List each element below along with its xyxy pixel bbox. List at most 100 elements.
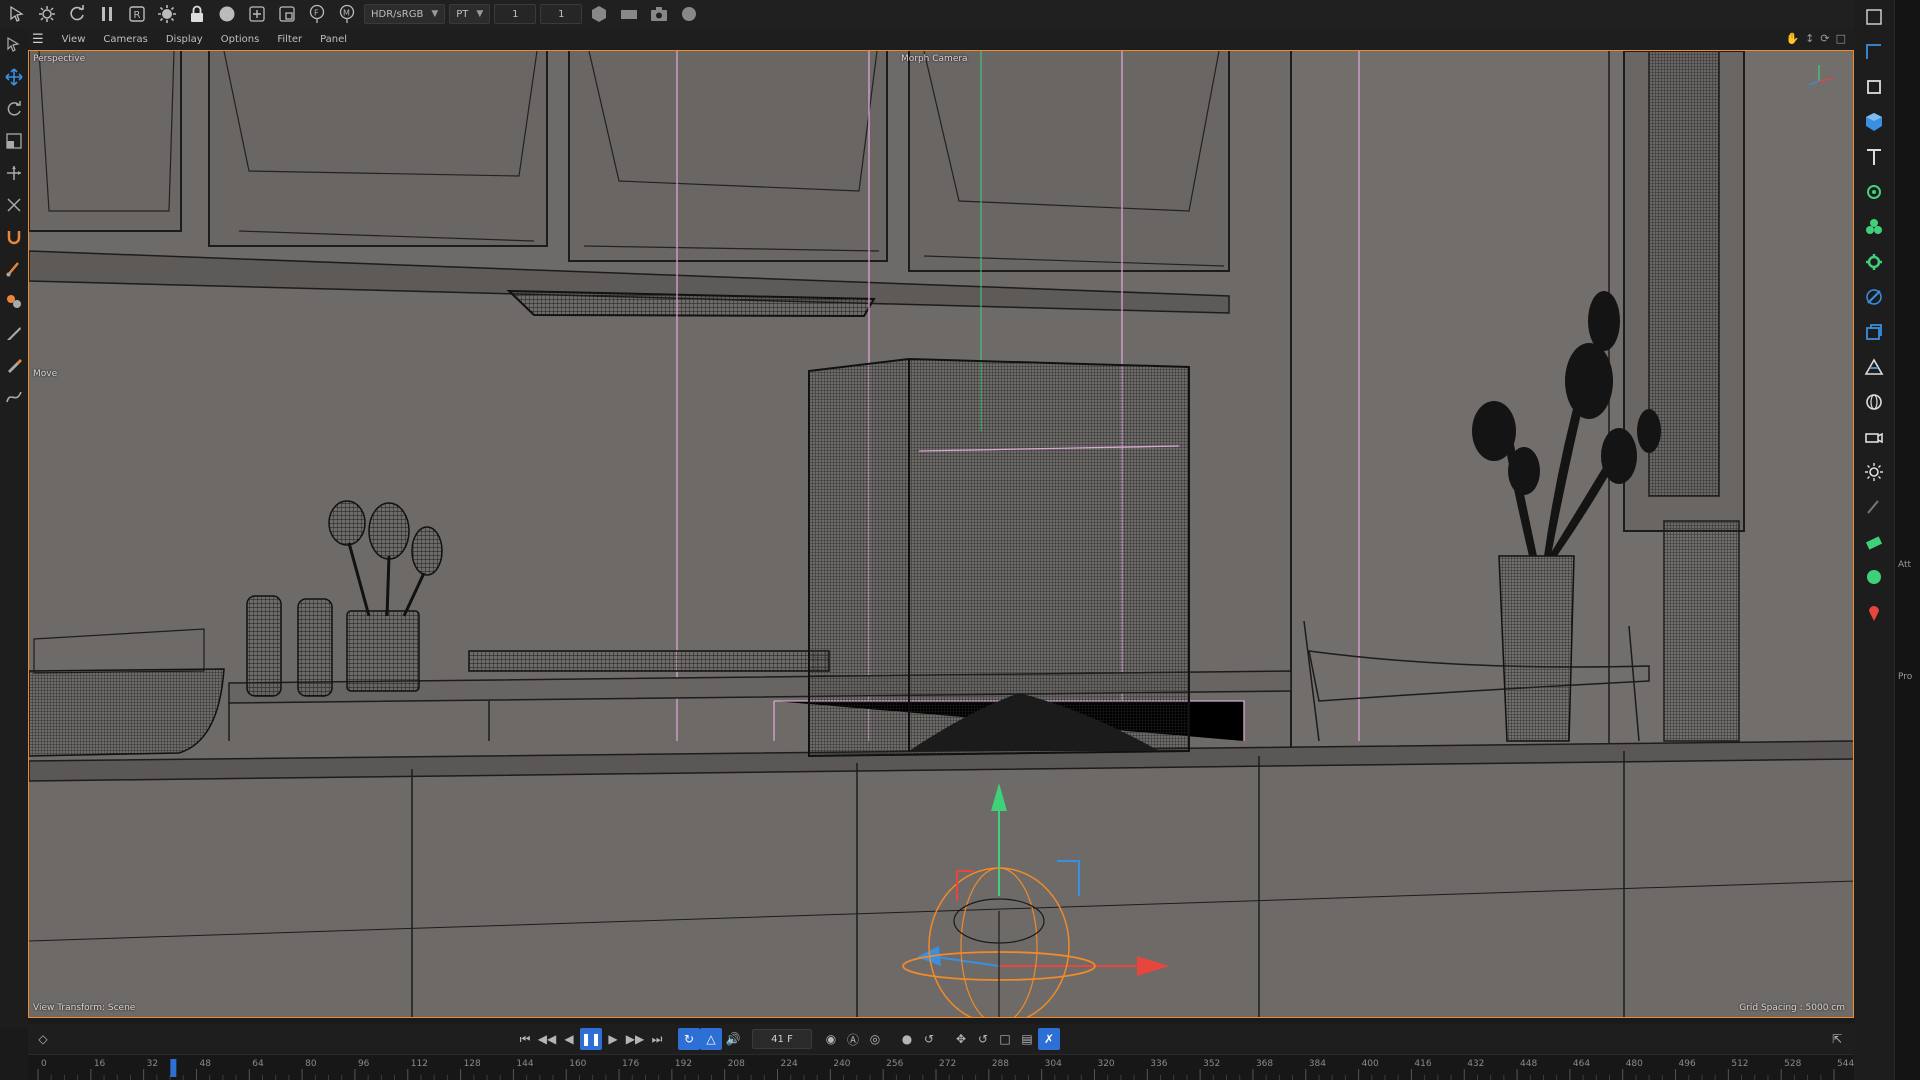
sound-icon[interactable]: 🔊 (722, 1028, 744, 1050)
material-ball-icon[interactable] (676, 2, 702, 26)
chevron-down-icon: ▼ (476, 9, 484, 19)
pan-icon[interactable]: ✋ (1785, 32, 1799, 45)
interpolation-icon[interactable]: ✗ (1038, 1028, 1060, 1050)
selection-arrow-icon[interactable] (4, 2, 30, 26)
camera-object-icon[interactable] (1859, 424, 1889, 450)
select-tool-icon[interactable] (2, 32, 26, 58)
keyframe-diamond-icon[interactable]: ◇ (32, 1028, 54, 1050)
magnet-tool-icon[interactable] (2, 224, 26, 250)
menu-display[interactable]: Display (166, 34, 203, 45)
previous-frame-icon[interactable]: ◀ (558, 1028, 580, 1050)
ruler-tick-label: 0 (41, 1059, 47, 1069)
go-to-end-icon[interactable]: ⏭ (646, 1028, 668, 1050)
viewport-hamburger-icon[interactable]: ☰ (32, 32, 44, 47)
render-mode-select[interactable]: PT ▼ (449, 4, 491, 24)
workspace-icon[interactable] (1859, 4, 1889, 30)
m-marker-icon[interactable]: M (334, 2, 360, 26)
pause-render-icon[interactable] (94, 2, 120, 26)
current-frame-field[interactable]: 41 F (752, 1029, 812, 1049)
playhead[interactable] (170, 1059, 177, 1077)
record-param-icon[interactable]: □ (994, 1028, 1016, 1050)
timeline-transport: ◇ ⏮ ◀◀ ◀ ❚❚ ▶ ▶▶ ⏭ ↻ △ 🔊 41 F ◉ Ⓐ ◎ ● ↺ … (28, 1024, 1854, 1054)
cube-icon[interactable] (1859, 109, 1889, 135)
pen-tool-icon[interactable] (2, 352, 26, 378)
crop-region-icon[interactable] (274, 2, 300, 26)
ruler-tick-label: 208 (728, 1059, 745, 1069)
light-icon[interactable] (1859, 459, 1889, 485)
f-marker-icon[interactable]: F (304, 2, 330, 26)
go-to-start-icon[interactable]: ⏮ (514, 1028, 536, 1050)
sim-icon[interactable] (1859, 354, 1889, 380)
deformer-gear-icon[interactable] (1859, 249, 1889, 275)
next-frame-icon[interactable]: ▶ (602, 1028, 624, 1050)
menu-filter[interactable]: Filter (277, 34, 302, 45)
menu-view[interactable]: View (62, 34, 86, 45)
record-move-icon[interactable]: ✥ (950, 1028, 972, 1050)
record-key-icon[interactable]: ◉ (820, 1028, 842, 1050)
hexagon-icon[interactable] (586, 2, 612, 26)
settings-sun-icon[interactable] (154, 2, 180, 26)
autokey-icon[interactable]: Ⓐ (842, 1028, 864, 1050)
brush-tool-icon[interactable] (2, 256, 26, 282)
record-rotation-icon[interactable]: ↺ (918, 1028, 940, 1050)
field-icon[interactable] (1859, 284, 1889, 310)
sculpt-icon[interactable] (1859, 494, 1889, 520)
add-region-icon[interactable] (244, 2, 270, 26)
record-pla-icon[interactable]: ▤ (1016, 1028, 1038, 1050)
3d-viewport[interactable]: Perspective Morph Camera Move View Trans… (28, 50, 1854, 1018)
scale-tool-icon[interactable] (2, 128, 26, 154)
previous-key-icon[interactable]: ◀◀ (536, 1028, 558, 1050)
tag-pin-icon[interactable] (1859, 599, 1889, 625)
keyframe-selection-icon[interactable]: ◎ (864, 1028, 886, 1050)
material-eraser-icon[interactable] (1859, 529, 1889, 555)
lock-icon[interactable] (184, 2, 210, 26)
scene-icon[interactable] (1859, 319, 1889, 345)
move-tool-icon[interactable] (2, 64, 26, 90)
record-scale-icon[interactable]: ↺ (972, 1028, 994, 1050)
timeline-graph-icon[interactable]: ⇱ (1826, 1028, 1848, 1050)
ruler-tick-label: 64 (252, 1059, 264, 1069)
spline-tool-icon[interactable] (2, 384, 26, 410)
film-strip-icon[interactable] (616, 2, 642, 26)
sample-field-a[interactable]: 1 (494, 4, 537, 24)
pause-icon[interactable]: ❚❚ (580, 1028, 602, 1050)
environment-globe-icon[interactable] (1859, 389, 1889, 415)
project-tab-label[interactable]: Pro (1898, 672, 1912, 682)
orbit-icon[interactable]: ⟳ (1820, 32, 1829, 45)
maximize-icon[interactable]: □ (1836, 32, 1846, 45)
sphere-icon[interactable] (214, 2, 240, 26)
ruler-tick-label: 480 (1626, 1059, 1643, 1069)
camera-icon[interactable] (646, 2, 672, 26)
ruler-tick-label: 176 (622, 1059, 639, 1069)
viewport-nav-icons: ✋ ↕ ⟳ □ (1785, 32, 1846, 45)
paint-tool-icon[interactable] (2, 288, 26, 314)
attributes-panel-edge[interactable]: Att Pro (1894, 0, 1920, 1080)
refresh-icon[interactable] (64, 2, 90, 26)
color-space-select[interactable]: HDR/sRGB ▼ (364, 4, 446, 24)
preview-range-icon[interactable]: △ (700, 1028, 722, 1050)
loop-icon[interactable]: ↻ (678, 1028, 700, 1050)
axis-move-icon[interactable] (2, 160, 26, 186)
record-position-icon[interactable]: ● (896, 1028, 918, 1050)
timeline-ruler[interactable]: 0 16 32 48 64 80 96 112 128 144 160 176 192 208 224 240… (28, 1054, 1854, 1080)
menu-options[interactable]: Options (221, 34, 260, 45)
next-key-icon[interactable]: ▶▶ (624, 1028, 646, 1050)
menu-panel[interactable]: Panel (320, 34, 347, 45)
text-icon[interactable] (1859, 144, 1889, 170)
region-render-icon[interactable]: R (124, 2, 150, 26)
sample-field-b[interactable]: 1 (540, 4, 583, 24)
right-tool-palette (1854, 0, 1894, 1080)
cloner-icon[interactable] (1859, 214, 1889, 240)
attributes-tab-label[interactable]: Att (1898, 560, 1911, 570)
knife-tool-icon[interactable] (2, 320, 26, 346)
menu-cameras[interactable]: Cameras (103, 34, 147, 45)
ruler-tick-label: 96 (358, 1059, 370, 1069)
spline-pen-icon[interactable] (1859, 39, 1889, 65)
rotate-tool-icon[interactable] (2, 96, 26, 122)
generator-icon[interactable] (1859, 179, 1889, 205)
material-sphere-icon[interactable] (1859, 564, 1889, 590)
axis-scale-icon[interactable] (2, 192, 26, 218)
frame-icon[interactable] (1859, 74, 1889, 100)
dolly-icon[interactable]: ↕ (1805, 32, 1814, 45)
render-settings-gear-icon[interactable] (34, 2, 60, 26)
